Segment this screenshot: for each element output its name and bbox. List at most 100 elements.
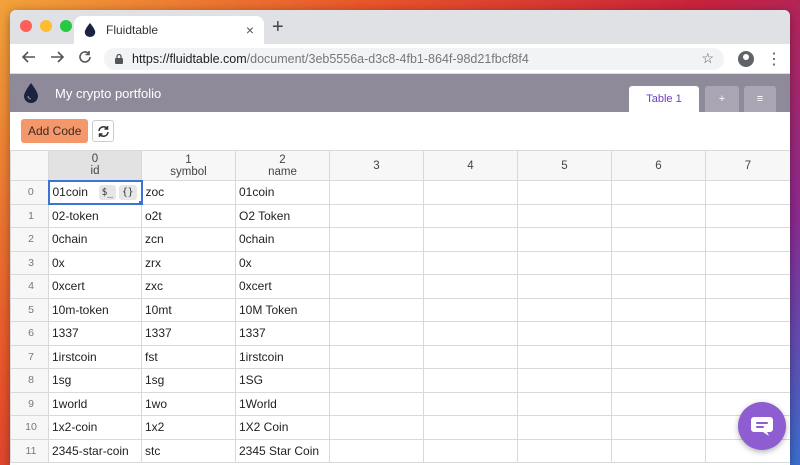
row-header[interactable]: 2 [10,227,49,252]
new-tab-button[interactable]: + [272,16,284,38]
grid-cell[interactable] [517,438,612,463]
grid-cell[interactable] [423,415,518,440]
grid-cell[interactable] [611,203,706,228]
grid-cell[interactable]: O2 Token [235,203,330,228]
document-title[interactable]: My crypto portfolio [55,86,161,101]
grid-cell[interactable]: 1world [48,391,142,416]
grid-cell[interactable] [329,344,424,369]
minimize-window-button[interactable] [40,20,52,32]
grid-cell[interactable] [423,227,518,252]
grid-cell[interactable] [517,274,612,299]
grid-cell[interactable]: 0xcert [48,274,142,299]
grid-cell[interactable] [517,391,612,416]
grid-cell[interactable] [517,227,612,252]
grid-cell[interactable] [705,344,790,369]
row-header[interactable]: 5 [10,297,49,322]
grid-cell[interactable] [611,344,706,369]
grid-cell[interactable] [423,203,518,228]
grid-cell[interactable]: o2t [141,203,236,228]
row-header[interactable]: 8 [10,368,49,393]
grid-cell[interactable]: zcn [141,227,236,252]
grid-cell[interactable] [423,180,518,205]
row-header[interactable]: 9 [10,391,49,416]
menu-kebab-icon[interactable]: ⋮ [766,49,782,69]
tab-table-1[interactable]: Table 1 [629,86,699,112]
grid-cell[interactable]: 02-token [48,203,142,228]
grid-cell[interactable] [329,368,424,393]
grid-cell[interactable] [329,297,424,322]
grid-cell[interactable] [329,438,424,463]
grid-cell[interactable] [705,227,790,252]
grid-cell[interactable]: 1x2-coin [48,415,142,440]
row-header[interactable]: 11 [10,438,49,463]
grid-cell[interactable] [705,250,790,275]
maximize-window-button[interactable] [60,20,72,32]
grid-cell[interactable] [517,415,612,440]
chat-icon[interactable] [738,402,786,450]
grid-cell[interactable]: 01coin $_{} [47,179,143,205]
grid-cell[interactable]: stc [141,438,236,463]
grid-cell[interactable] [705,368,790,393]
grid-cell[interactable] [517,344,612,369]
tab-close-icon[interactable]: × [246,22,254,38]
row-header[interactable]: 1 [10,203,49,228]
grid-cell[interactable] [329,321,424,346]
grid-cell[interactable]: 1337 [48,321,142,346]
grid-cell[interactable] [329,203,424,228]
grid-cell[interactable] [329,180,424,205]
grid-cell[interactable] [705,203,790,228]
table-menu-button[interactable]: ≡ [744,86,776,112]
grid-cell[interactable] [329,391,424,416]
grid-cell[interactable]: zoc [141,180,236,205]
grid-cell[interactable] [423,438,518,463]
grid-cell[interactable]: 1x2 [141,415,236,440]
browser-tab[interactable]: Fluidtable × [74,16,264,44]
reload-icon[interactable] [74,50,96,68]
grid-cell[interactable]: 01coin [235,180,330,205]
grid-cell[interactable] [611,415,706,440]
grid-cell[interactable]: 1337 [141,321,236,346]
fill-handle[interactable] [138,201,140,203]
account-icon[interactable] [738,50,754,67]
column-header[interactable]: 7 [705,150,790,181]
grid-cell[interactable] [517,180,612,205]
address-bar[interactable]: https://fluidtable.com/document/3eb5556a… [104,47,724,70]
grid-cell[interactable]: 0x [48,250,142,275]
column-header[interactable]: 3 [329,150,424,181]
grid-cell[interactable] [423,344,518,369]
add-code-button[interactable]: Add Code [21,119,89,143]
grid-cell[interactable]: 0xcert [235,274,330,299]
grid-cell[interactable] [517,297,612,322]
row-header[interactable]: 6 [10,321,49,346]
grid-cell[interactable] [611,250,706,275]
grid-cell[interactable] [611,227,706,252]
corner-cell[interactable] [10,150,49,181]
row-header[interactable]: 3 [10,250,49,275]
grid-cell[interactable] [517,203,612,228]
grid-cell[interactable] [329,415,424,440]
grid-cell[interactable]: 1337 [235,321,330,346]
grid-cell[interactable] [517,321,612,346]
grid-cell[interactable]: 0chain [48,227,142,252]
grid-cell[interactable]: 10M Token [235,297,330,322]
add-table-button[interactable]: + [705,86,739,112]
grid-cell[interactable]: 2345 Star Coin [235,438,330,463]
row-header[interactable]: 7 [10,344,49,369]
row-header[interactable]: 0 [10,180,49,205]
grid-cell[interactable]: 1irstcoin [235,344,330,369]
grid-cell[interactable]: 1X2 Coin [235,415,330,440]
grid-cell[interactable] [423,391,518,416]
grid-cell[interactable]: 10mt [141,297,236,322]
grid-cell[interactable] [705,321,790,346]
grid-cell[interactable]: 1sg [141,368,236,393]
column-header[interactable]: 1 symbol [141,150,236,181]
refresh-icon[interactable] [92,120,115,142]
grid-cell[interactable]: 0chain [235,227,330,252]
grid-cell[interactable] [611,321,706,346]
row-header[interactable]: 10 [10,415,49,440]
grid-cell[interactable]: 0x [235,250,330,275]
grid-cell[interactable] [423,297,518,322]
grid-cell[interactable]: 1SG [235,368,330,393]
grid-cell[interactable]: 1irstcoin [48,344,142,369]
column-header[interactable]: 5 [517,150,612,181]
